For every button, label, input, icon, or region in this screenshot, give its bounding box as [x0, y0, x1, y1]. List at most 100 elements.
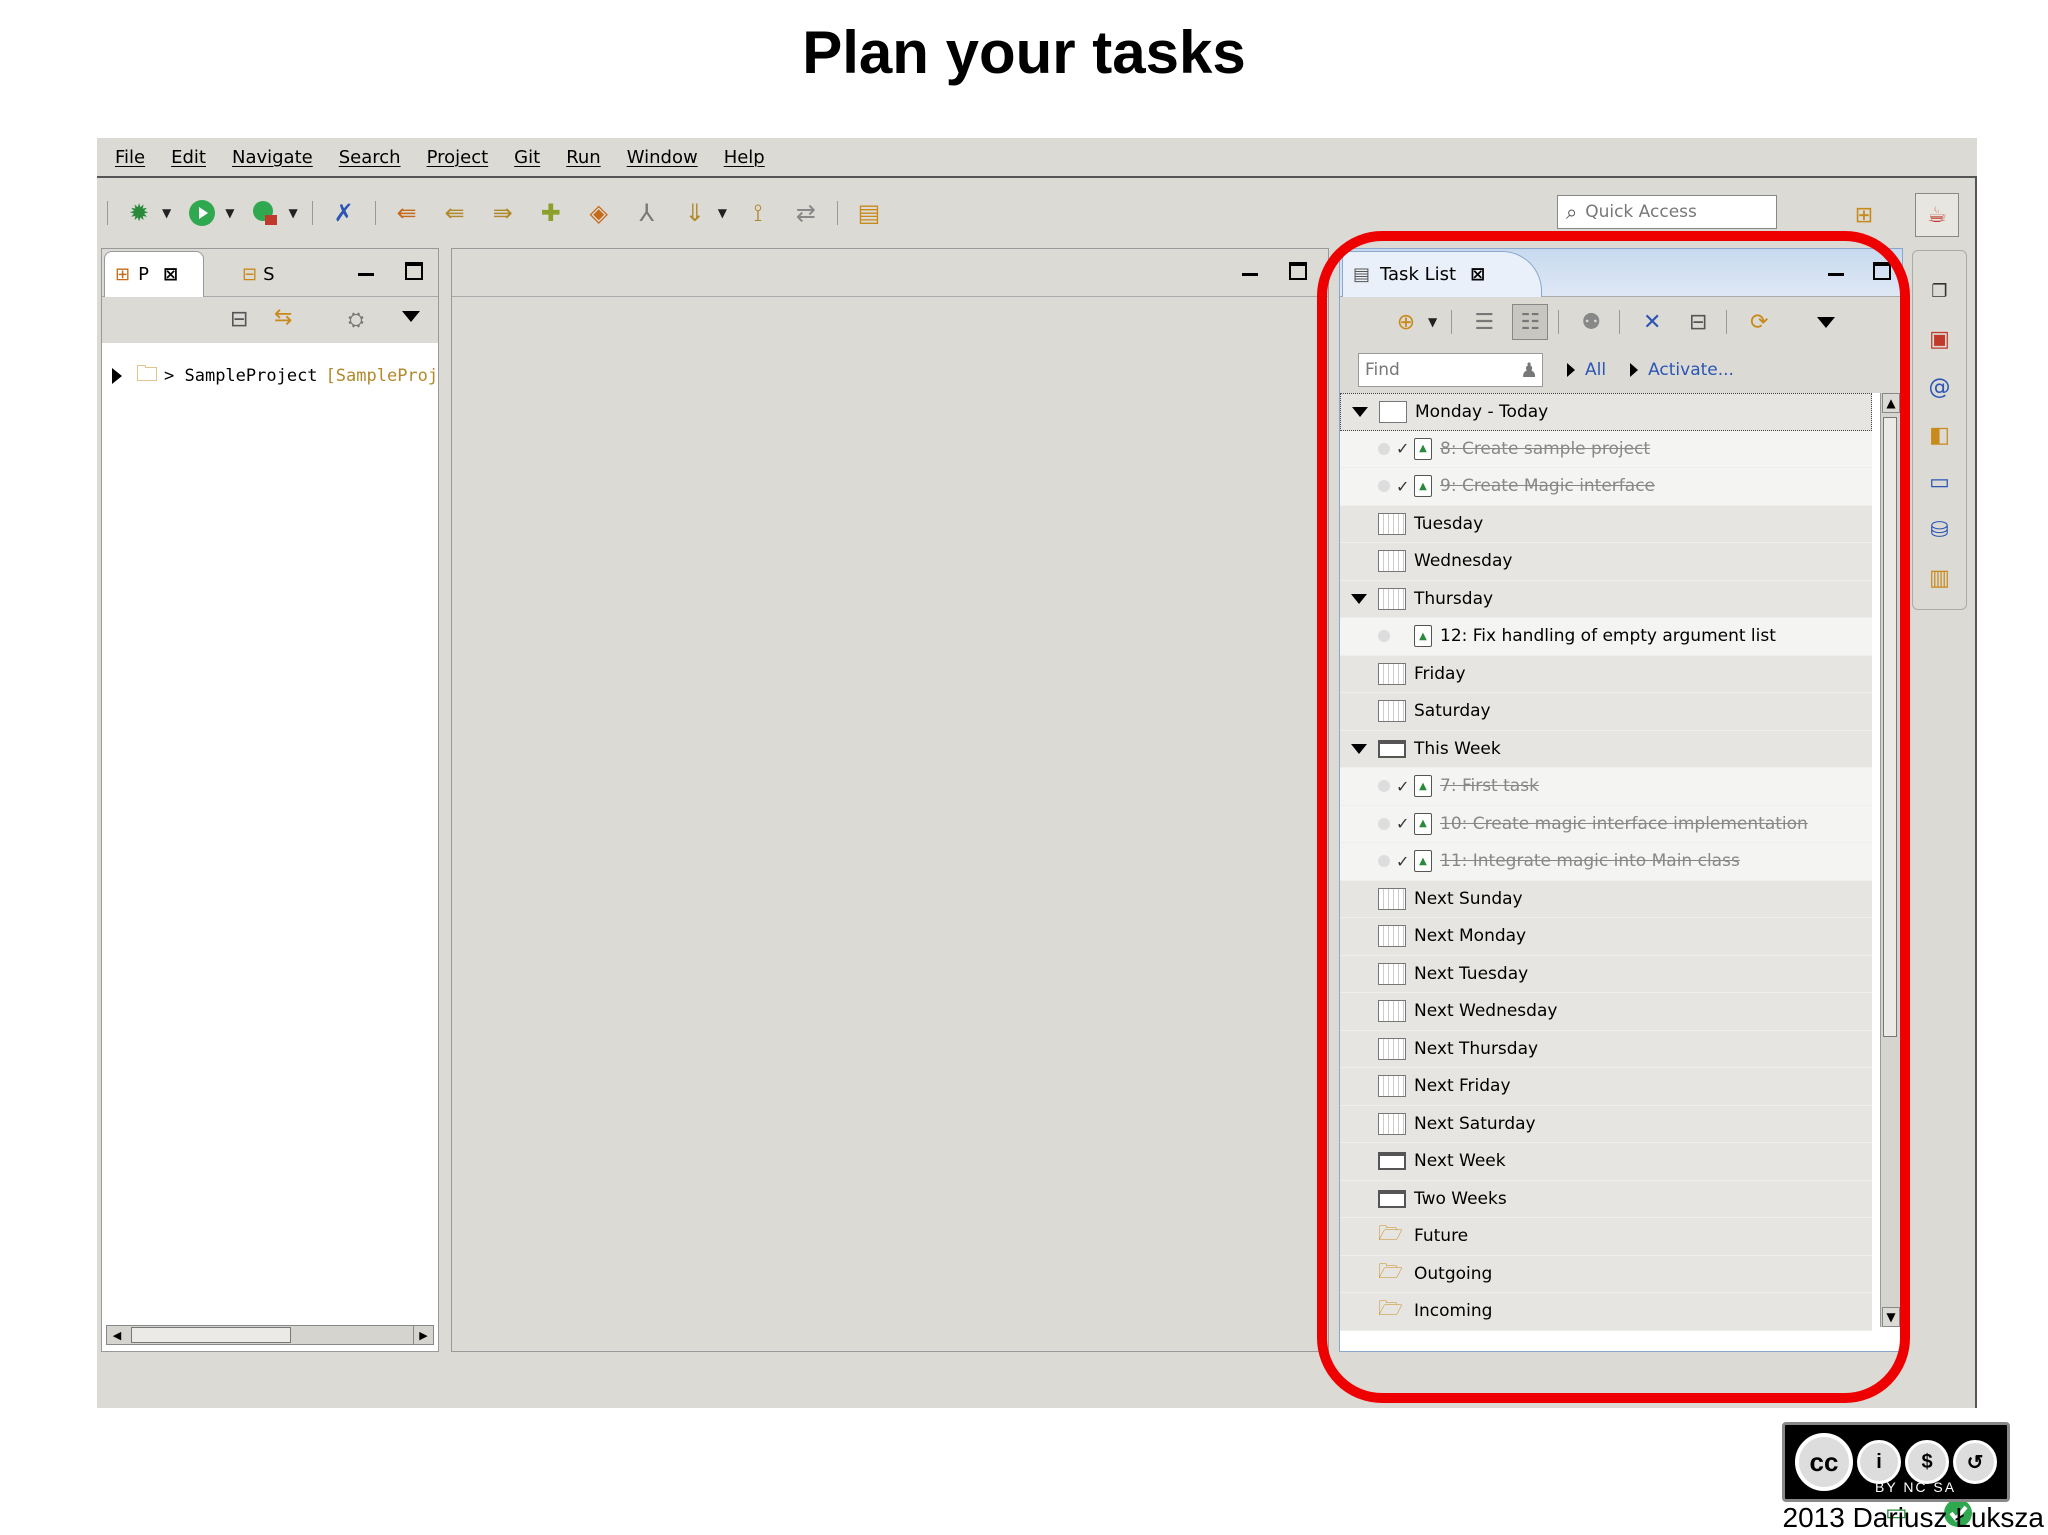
task-category-row[interactable]: Next Tuesday: [1340, 955, 1872, 993]
menu-help[interactable]: Help: [724, 147, 765, 168]
minimize-button[interactable]: [1824, 259, 1848, 283]
menu-project[interactable]: Project: [427, 147, 489, 168]
activate-task-icon[interactable]: [1378, 480, 1390, 493]
menu-file[interactable]: File: [115, 147, 145, 168]
open-perspective-icon[interactable]: ⊞: [1842, 193, 1886, 237]
minimize-button[interactable]: [1238, 259, 1262, 283]
run-dropdown-icon[interactable]: ▼: [225, 206, 234, 220]
task-row[interactable]: ✓ ▲ 7: First task: [1340, 768, 1872, 806]
declaration-icon[interactable]: ◧: [1923, 418, 1957, 452]
task-category-row[interactable]: Next Monday: [1340, 918, 1872, 956]
expanded-icon[interactable]: [1341, 406, 1379, 417]
tab-project-explorer[interactable]: ⊞ P ⊠: [104, 251, 204, 297]
task-repositories-icon[interactable]: ▣: [1923, 323, 1957, 357]
tab-task-list[interactable]: ▤ Task List ⊠: [1342, 251, 1542, 297]
task-category-row[interactable]: Friday: [1340, 655, 1872, 693]
git-branch-icon[interactable]: ⅄: [630, 196, 664, 230]
menu-search[interactable]: Search: [339, 147, 401, 168]
categorized-icon[interactable]: ☰: [1466, 304, 1502, 340]
open-task-icon[interactable]: ▤: [852, 196, 886, 230]
task-category-row[interactable]: Thursday: [1340, 580, 1872, 618]
javadoc-icon[interactable]: @: [1923, 370, 1957, 404]
run-icon[interactable]: [185, 196, 219, 230]
task-category-row[interactable]: Two Weeks: [1340, 1180, 1872, 1218]
menu-navigate[interactable]: Navigate: [232, 147, 313, 168]
scroll-right-button[interactable]: ▶: [413, 1326, 433, 1344]
activate-task-icon[interactable]: [1378, 630, 1390, 643]
debug-dropdown-icon[interactable]: ▼: [162, 206, 171, 220]
debug-icon[interactable]: ✹: [122, 196, 156, 230]
focus-on-workweek-icon[interactable]: ⚉: [1573, 304, 1609, 340]
horizontal-scrollbar[interactable]: ◀ ▶: [106, 1325, 434, 1345]
expanded-icon[interactable]: [1340, 593, 1378, 604]
new-task-dropdown-icon[interactable]: ▼: [1428, 315, 1437, 329]
git-pull-icon[interactable]: ⇚: [438, 196, 472, 230]
maximize-button[interactable]: [1286, 259, 1310, 283]
task-category-row[interactable]: Next Friday: [1340, 1068, 1872, 1106]
task-row[interactable]: ▲ 12: Fix handling of empty argument list: [1340, 618, 1872, 656]
task-category-row[interactable]: Next Thursday: [1340, 1030, 1872, 1068]
scroll-thumb[interactable]: [1883, 417, 1897, 1037]
scroll-down-button[interactable]: ▼: [1882, 1307, 1900, 1327]
git-fetch-icon[interactable]: ⇚: [390, 196, 424, 230]
git-dropdown-icon[interactable]: ▼: [718, 206, 727, 220]
activate-task-icon[interactable]: [1378, 855, 1390, 868]
activate-task-icon[interactable]: [1378, 817, 1390, 830]
minimize-button[interactable]: [354, 259, 378, 283]
filter-expand-icon[interactable]: [1567, 363, 1575, 377]
git-rebase-icon[interactable]: ⟟: [741, 196, 775, 230]
find-input[interactable]: Find ♟: [1358, 353, 1543, 387]
menu-git[interactable]: Git: [514, 147, 540, 168]
close-icon[interactable]: ⊠: [1470, 264, 1485, 285]
task-category-row[interactable]: Tuesday: [1340, 505, 1872, 543]
git-push-icon[interactable]: ⇛: [486, 196, 520, 230]
clear-find-icon[interactable]: ♟: [1520, 358, 1538, 382]
restore-icon[interactable]: ❐: [1923, 275, 1957, 309]
scroll-up-button[interactable]: ▲: [1882, 393, 1900, 413]
git-reset-icon[interactable]: ⇄: [789, 196, 823, 230]
view-menu-icon[interactable]: [1817, 316, 1836, 328]
menu-edit[interactable]: Edit: [171, 147, 206, 168]
collapse-all-icon[interactable]: ⊟: [230, 307, 248, 332]
task-category-row[interactable]: Wednesday: [1340, 543, 1872, 581]
git-commit-icon[interactable]: ◈: [582, 196, 616, 230]
expanded-icon[interactable]: [1340, 743, 1378, 754]
task-category-row[interactable]: 🗁 Outgoing: [1340, 1255, 1872, 1293]
task-row[interactable]: ✓ ▲ 8: Create sample project: [1340, 430, 1872, 468]
external-tools-icon[interactable]: [248, 196, 282, 230]
task-category-row[interactable]: 🗁 Future: [1340, 1218, 1872, 1256]
hide-completed-icon[interactable]: ✕: [1634, 304, 1670, 340]
activate-task-icon[interactable]: [1378, 442, 1390, 455]
task-row[interactable]: ✓ ▲ 9: Create Magic interface: [1340, 468, 1872, 506]
new-task-icon[interactable]: ⊕: [1388, 304, 1424, 340]
activate-expand-icon[interactable]: [1630, 363, 1639, 377]
collapse-all-icon[interactable]: ⊟: [1680, 304, 1716, 340]
task-category-row[interactable]: Next Week: [1340, 1143, 1872, 1181]
git-repositories-icon[interactable]: ⛁: [1923, 514, 1957, 548]
task-category-row[interactable]: Saturday: [1340, 693, 1872, 731]
task-category-row[interactable]: Monday - Today: [1340, 393, 1872, 431]
activate-task-link[interactable]: Activate...: [1648, 360, 1734, 380]
filter-icon[interactable]: ⛭: [348, 307, 364, 331]
console-icon[interactable]: ▭: [1923, 466, 1957, 500]
task-row[interactable]: ✓ ▲ 10: Create magic interface implementat…: [1340, 805, 1872, 843]
view-menu-icon[interactable]: [402, 311, 420, 322]
task-row[interactable]: ✓ ▲ 11: Integrate magic into Main class: [1340, 843, 1872, 881]
maximize-button[interactable]: [402, 259, 426, 283]
task-category-row[interactable]: Next Saturday: [1340, 1105, 1872, 1143]
task-category-row[interactable]: 🗁 Incoming: [1340, 1293, 1872, 1331]
quick-access-input[interactable]: ⌕ Quick Access: [1557, 195, 1777, 229]
activate-task-icon[interactable]: [1378, 780, 1390, 793]
task-category-row[interactable]: Next Sunday: [1340, 880, 1872, 918]
filter-all-link[interactable]: All: [1585, 360, 1606, 380]
expand-icon[interactable]: [112, 368, 122, 384]
project-tree-item[interactable]: 🗀 > SampleProject [SampleProje: [112, 357, 437, 395]
task-category-row[interactable]: This Week: [1340, 730, 1872, 768]
git-staging-icon[interactable]: ▥: [1923, 561, 1957, 595]
close-icon[interactable]: ⊠: [163, 264, 178, 285]
git-merge-icon[interactable]: ⇓: [678, 196, 712, 230]
scheduled-icon[interactable]: ☷: [1512, 304, 1549, 340]
menu-run[interactable]: Run: [566, 147, 601, 168]
vertical-scrollbar[interactable]: ▲ ▼: [1880, 393, 1900, 1327]
java-perspective-icon[interactable]: ☕: [1915, 193, 1959, 237]
